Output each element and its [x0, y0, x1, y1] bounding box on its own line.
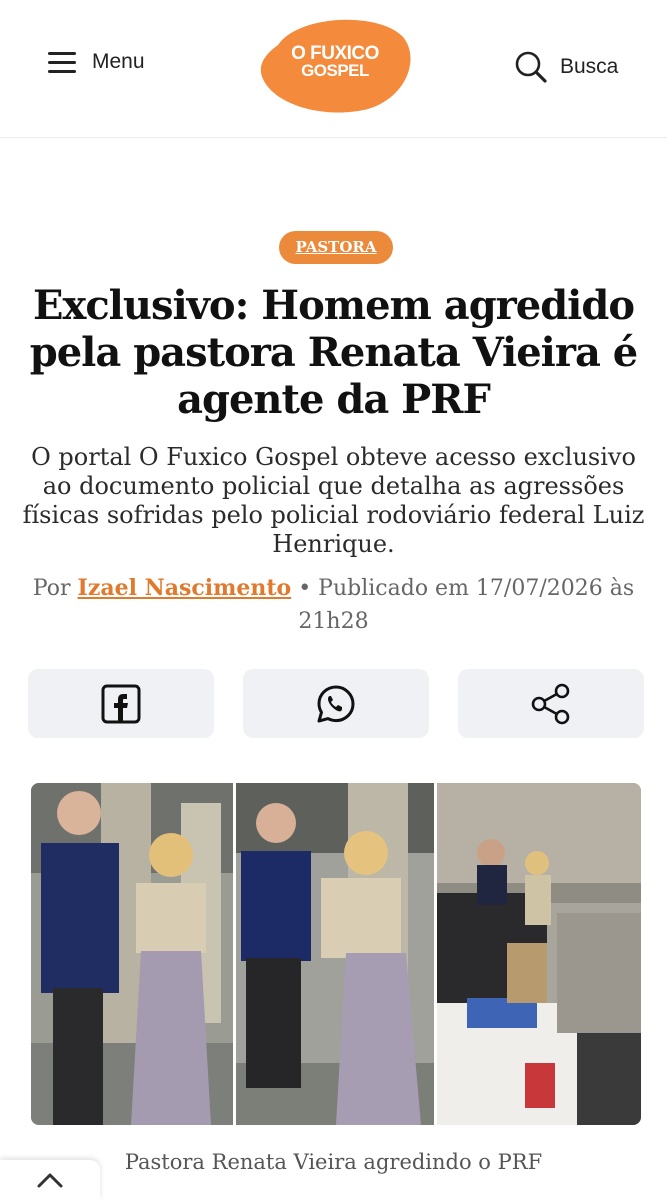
share-button[interactable]	[458, 669, 644, 738]
share-icon	[531, 683, 570, 724]
facebook-icon	[101, 684, 141, 723]
logo-text: O FUXICO GOSPEL	[291, 43, 379, 80]
author-link[interactable]: Izael Nascimento	[78, 575, 292, 601]
article-content: PASTORA Exclusivo: Homem agredido pela p…	[0, 138, 667, 1200]
photo-panel-2	[236, 783, 434, 1125]
chevron-up-icon	[37, 1173, 63, 1188]
photo-panel-3	[437, 783, 641, 1125]
back-to-top-button[interactable]	[0, 1160, 100, 1200]
search-icon	[515, 51, 547, 83]
article-photo-collage	[31, 783, 641, 1125]
menu-button[interactable]: Menu	[48, 50, 145, 74]
site-header: Menu O FUXICO GOSPEL Busca	[0, 0, 667, 138]
article-subtitle: O portal O Fuxico Gospel obteve acesso e…	[22, 443, 645, 558]
search-label: Busca	[560, 55, 619, 78]
whatsapp-icon	[317, 685, 355, 722]
byline-prefix: Por	[32, 576, 71, 601]
publish-date: • Publicado em 17/07/2026 às 21h28	[298, 576, 635, 634]
search-button[interactable]: Busca	[514, 50, 618, 84]
menu-label: Menu	[92, 50, 145, 73]
facebook-share-button[interactable]	[28, 669, 214, 738]
whatsapp-share-button[interactable]	[243, 669, 429, 738]
byline: Por Izael Nascimento • Publicado em 17/0…	[20, 572, 647, 638]
article-image	[31, 783, 641, 1125]
article-title: Exclusivo: Homem agredido pela pastora R…	[29, 282, 639, 423]
site-logo[interactable]: O FUXICO GOSPEL	[258, 15, 412, 113]
image-caption: Pastora Renata Vieira agredindo o PRF	[124, 1150, 543, 1174]
hamburger-icon	[48, 50, 76, 74]
photo-panel-1	[31, 783, 233, 1125]
share-buttons	[28, 669, 644, 738]
category-badge[interactable]: PASTORA	[279, 231, 393, 264]
